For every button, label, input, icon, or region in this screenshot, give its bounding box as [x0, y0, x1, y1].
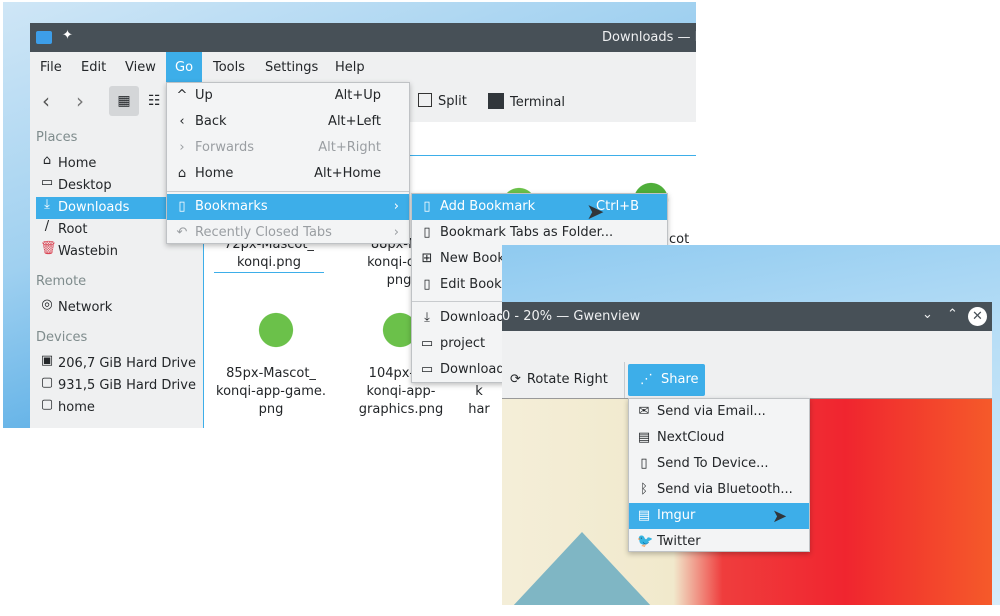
close-button[interactable]: ✕ — [968, 307, 987, 326]
menu-item-recently-closed-tabs: ↶ Recently Closed Tabs › — [167, 220, 409, 246]
chevron-up-icon: ^ — [176, 88, 188, 103]
go-menu: ^ Up Alt+Up ‹ Back Alt+Left › Forwards Alt+Rig… — [166, 82, 410, 244]
menu-item-send-to-device[interactable]: ▯ Send To Device... — [629, 451, 809, 477]
konqi-thumbnail[interactable] — [256, 307, 296, 353]
download-icon: ⤓ — [424, 310, 430, 325]
menu-item-up[interactable]: ^ Up Alt+Up — [167, 83, 409, 109]
share-icon: ⋰ — [640, 372, 653, 387]
chevron-right-icon: › — [179, 140, 185, 155]
terminal-icon — [488, 93, 504, 109]
root-icon: / — [44, 219, 50, 234]
folder-icon: ▭ — [420, 336, 434, 351]
menu-tools[interactable]: Tools — [213, 60, 245, 75]
menu-item-add-bookmark[interactable]: ▯ Add Bookmark Ctrl+B — [412, 194, 667, 220]
share-button[interactable]: ⋰ Share — [628, 364, 705, 396]
forward-button[interactable]: › — [76, 89, 84, 113]
chevron-left-icon: ‹ — [179, 114, 185, 129]
chevron-right-icon: › — [393, 225, 399, 240]
network-icon: ◎ — [41, 297, 53, 312]
maximize-button[interactable]: ⌃ — [947, 307, 958, 322]
bookmark-icon: ▯ — [423, 225, 431, 240]
titlebar: 0 - 20% — Gwenview ⌄ ⌃ ✕ — [502, 302, 992, 331]
menu-item-send-via-bluetooth[interactable]: ᛒ Send via Bluetooth... — [629, 477, 809, 503]
document-icon: ▤ — [637, 430, 651, 445]
share-menu: ✉ Send via Email... ▤ NextCloud ▯ Send To D… — [628, 398, 810, 552]
file-item[interactable]: 85px-Mascot_ konqi-app-game. png — [216, 365, 326, 419]
terminal-button[interactable]: Terminal — [488, 93, 565, 110]
minimize-button[interactable]: ⌄ — [922, 307, 933, 322]
menu-item-forwards: › Forwards Alt+Right — [167, 135, 409, 161]
details-view-button[interactable]: ☷ — [148, 93, 161, 109]
menu-item-bookmark-tabs-as-folder[interactable]: ▯ Bookmark Tabs as Folder... — [412, 220, 667, 246]
sidebar-item-network[interactable]: ◎ Network — [30, 297, 203, 319]
menu-item-back[interactable]: ‹ Back Alt+Left — [167, 109, 409, 135]
sidebar-item-drive-1[interactable]: ▣ 206,7 GiB Hard Drive — [30, 353, 203, 375]
folder-icon: ▭ — [420, 362, 434, 377]
menubar: File Edit View Go Tools Settings Help — [30, 52, 696, 82]
bookmark-icon: ▯ — [423, 199, 431, 214]
twitter-icon: 🐦 — [637, 534, 654, 549]
trash-icon: 🗑 — [40, 241, 57, 256]
back-button[interactable]: ‹ — [42, 89, 50, 113]
menu-view[interactable]: View — [125, 60, 156, 75]
harddrive-icon: ▢ — [40, 375, 54, 390]
bluetooth-icon: ᛒ — [640, 482, 648, 497]
home-icon: ⌂ — [42, 153, 52, 168]
chevron-right-icon: › — [393, 199, 399, 214]
download-icon: ⤓ — [44, 197, 50, 212]
harddrive-icon: ▣ — [40, 353, 54, 368]
menu-help[interactable]: Help — [335, 60, 365, 75]
icons-view-button[interactable]: ▦ — [109, 86, 139, 116]
rotate-right-icon: ⟳ — [510, 372, 521, 387]
menu-item-twitter[interactable]: 🐦 Twitter — [629, 529, 809, 555]
mouse-cursor: ➤ — [586, 200, 605, 225]
menu-item-send-via-email[interactable]: ✉ Send via Email... — [629, 399, 809, 425]
menu-item-bookmarks[interactable]: ▯ Bookmarks › — [167, 194, 409, 220]
file-item[interactable]: k har — [459, 383, 499, 419]
pin-icon[interactable]: ✦ — [62, 28, 73, 43]
split-button[interactable]: Split — [418, 93, 467, 109]
window-title: 0 - 20% — Gwenview — [502, 309, 641, 324]
new-folder-icon: ⊞ — [421, 251, 433, 266]
folder-icon — [36, 31, 52, 44]
sidebar-item-home-drive[interactable]: ▢ home — [30, 397, 203, 419]
menu-item-nextcloud[interactable]: ▤ NextCloud — [629, 425, 809, 451]
home-icon: ⌂ — [177, 166, 187, 181]
menu-edit[interactable]: Edit — [81, 60, 106, 75]
menu-settings[interactable]: Settings — [265, 60, 318, 75]
rotate-right-button[interactable]: ⟳ Rotate Right — [510, 372, 608, 387]
titlebar: ✦ Downloads — D — [30, 23, 696, 52]
window-title: Downloads — D — [602, 30, 696, 45]
phone-icon: ▯ — [640, 456, 648, 471]
menu-go[interactable]: Go — [175, 60, 193, 75]
document-icon: ▤ — [637, 508, 651, 523]
menu-item-home[interactable]: ⌂ Home Alt+Home — [167, 161, 409, 187]
harddrive-icon: ▢ — [40, 397, 54, 412]
split-icon — [418, 93, 432, 107]
menu-file[interactable]: File — [40, 60, 62, 75]
undo-icon: ↶ — [176, 225, 188, 240]
email-icon: ✉ — [638, 404, 650, 419]
desktop-icon: ▭ — [40, 175, 54, 190]
mouse-cursor: ➤ — [772, 506, 788, 527]
bookmark-icon: ▯ — [423, 277, 431, 292]
sidebar-item-drive-2[interactable]: ▢ 931,5 GiB Hard Drive — [30, 375, 203, 397]
bookmark-icon: ▯ — [178, 199, 186, 214]
